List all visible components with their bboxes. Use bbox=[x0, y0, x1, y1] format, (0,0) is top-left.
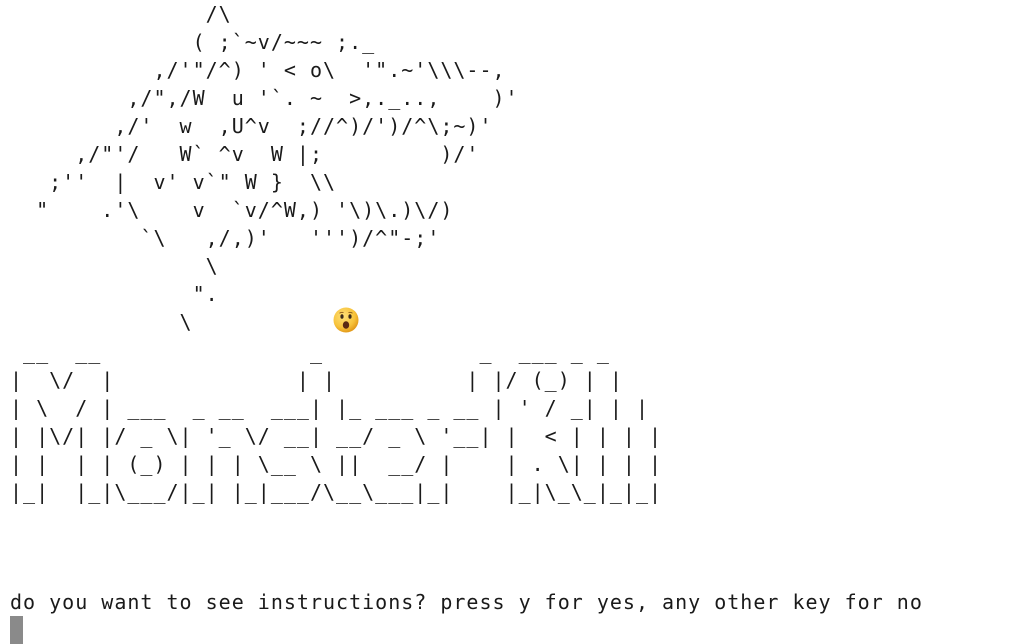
instructions-prompt: do you want to see instructions? press y… bbox=[10, 590, 923, 614]
monster-kill-title-art: __ __ _ _ ___ _ _ | \/ | | | | |/ (_) | … bbox=[10, 340, 663, 504]
astonished-face-icon bbox=[333, 307, 359, 333]
text-cursor bbox=[10, 616, 23, 644]
dragon-ascii-art: /\ ( ;`~v/~~~ ;._ ,/'"/^) ' < o\ '".~'\\… bbox=[36, 2, 519, 334]
terminal-window[interactable]: /\ ( ;`~v/~~~ ;._ ,/'"/^) ' < o\ '".~'\\… bbox=[0, 0, 1026, 644]
